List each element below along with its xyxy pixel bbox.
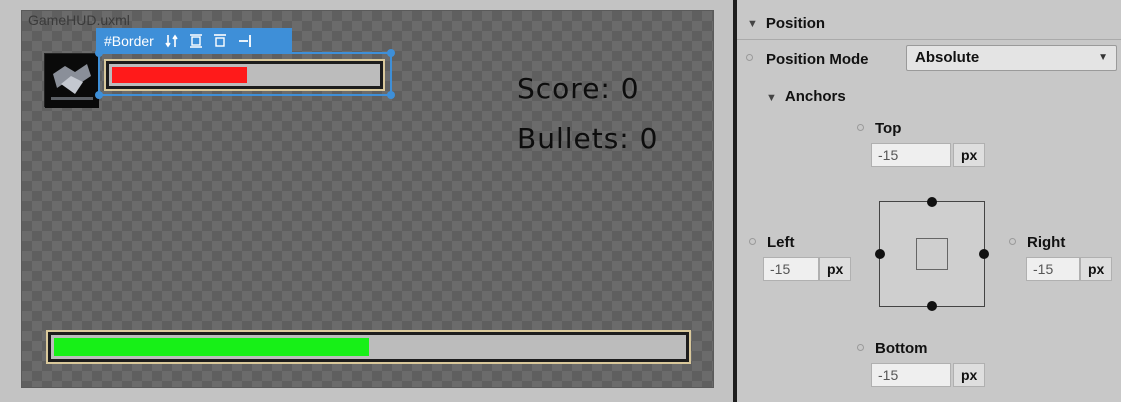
- override-indicator-icon: [1009, 238, 1016, 245]
- anchor-pin-top[interactable]: [927, 197, 937, 207]
- selection-handle-bottom-right[interactable]: [387, 91, 395, 99]
- bottom-progress-bar-fill: [54, 338, 369, 356]
- collapse-triangle-icon[interactable]: ▼: [747, 18, 758, 30]
- override-indicator-icon: [857, 344, 864, 351]
- anchor-bottom-unit[interactable]: px: [953, 363, 985, 387]
- player-avatar[interactable]: [44, 53, 99, 108]
- anchor-bottom-input[interactable]: -15: [871, 363, 951, 387]
- sort-vertical-icon[interactable]: [164, 33, 180, 49]
- anchor-bottom-label: Bottom: [875, 340, 928, 357]
- inspector-panel: ▼ Position Position Mode Absolute ▼ ▼ Anc…: [737, 0, 1121, 402]
- selection-handle-bottom-left[interactable]: [95, 91, 103, 99]
- anchor-top-unit[interactable]: px: [953, 143, 985, 167]
- anchor-right-label: Right: [1027, 234, 1066, 251]
- align-stretch-icon[interactable]: [188, 33, 204, 49]
- override-indicator-icon: [749, 238, 756, 245]
- anchor-pin-right[interactable]: [979, 249, 989, 259]
- position-mode-value: Absolute: [915, 49, 980, 66]
- position-mode-dropdown[interactable]: Absolute ▼: [906, 45, 1117, 71]
- align-top-icon[interactable]: [212, 33, 228, 49]
- anchor-top-label: Top: [875, 120, 902, 137]
- chevron-down-icon: ▼: [1098, 52, 1108, 63]
- anchor-right-unit[interactable]: px: [1080, 257, 1112, 281]
- score-label: Score: 0: [517, 72, 640, 105]
- selection-outline: [95, 49, 395, 99]
- anchor-pin-left[interactable]: [875, 249, 885, 259]
- anchors-foldout[interactable]: ▼ Anchors: [766, 88, 846, 105]
- position-section-title: Position: [765, 15, 826, 32]
- document-title: GameHUD.uxml: [28, 12, 130, 28]
- anchor-left-unit[interactable]: px: [819, 257, 851, 281]
- anchor-pin-bottom[interactable]: [927, 301, 937, 311]
- anchor-element-preview: [916, 238, 948, 270]
- anchor-left-label: Left: [767, 234, 795, 251]
- selection-handle-top-right[interactable]: [387, 49, 395, 57]
- position-mode-label: Position Mode: [766, 51, 869, 68]
- selection-toolbar: #Border: [96, 28, 292, 54]
- position-section-header[interactable]: ▼ Position: [737, 8, 1121, 40]
- collapse-triangle-icon[interactable]: ▼: [766, 92, 777, 104]
- canvas-viewport[interactable]: GameHUD.uxml #Border Score: 0 Bullets: 0: [0, 0, 733, 402]
- anchor-left-input[interactable]: -15: [763, 257, 819, 281]
- anchor-preset-widget[interactable]: [875, 197, 989, 311]
- bottom-progress-bar[interactable]: [48, 332, 689, 362]
- override-indicator-icon: [857, 124, 864, 131]
- bullets-label: Bullets: 0: [517, 122, 659, 155]
- align-right-icon[interactable]: [236, 33, 252, 49]
- anchor-top-input[interactable]: -15: [871, 143, 951, 167]
- anchor-right-input[interactable]: -15: [1026, 257, 1080, 281]
- override-indicator-icon: [746, 54, 753, 61]
- anchors-title: Anchors: [784, 88, 846, 105]
- selected-element-name: #Border: [104, 33, 154, 49]
